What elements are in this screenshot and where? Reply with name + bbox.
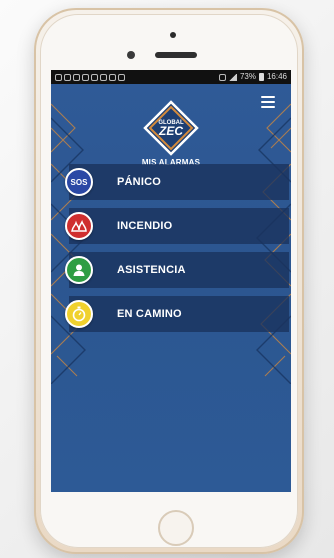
app-content: GLOBAL ZEC MIS ALARMAS SOS PÁNICO INCEND… xyxy=(51,84,291,492)
alarm-label: PÁNICO xyxy=(117,176,161,188)
app-icon xyxy=(118,73,125,81)
battery-icon xyxy=(258,73,264,81)
app-icon xyxy=(91,73,98,81)
image-icon xyxy=(64,73,71,81)
home-button[interactable] xyxy=(158,510,194,546)
alarm-label: EN CAMINO xyxy=(117,308,182,320)
notification-icons xyxy=(55,73,125,81)
global-zec-logo: GLOBAL ZEC xyxy=(143,100,199,156)
menu-bar xyxy=(261,106,275,108)
menu-bar xyxy=(261,96,275,98)
fire-glyph xyxy=(71,220,87,232)
status-right: 73% 16:46 xyxy=(218,70,287,84)
menu-button[interactable] xyxy=(261,96,275,108)
app-icon xyxy=(100,73,107,81)
phone-camera-dot xyxy=(170,32,176,38)
alarm-label: INCENDIO xyxy=(117,220,173,232)
person-glyph xyxy=(73,264,85,276)
alarm-panic-button[interactable]: SOS PÁNICO xyxy=(65,164,289,200)
stopwatch-icon xyxy=(65,300,93,328)
background: 73% 16:46 GLOBAL ZEC MIS ALARMAS SOS PÁN… xyxy=(0,0,334,558)
fire-icon xyxy=(65,212,93,240)
status-bar: 73% 16:46 xyxy=(51,70,291,84)
stopwatch-glyph xyxy=(72,306,86,322)
alarm-fire-button[interactable]: INCENDIO xyxy=(65,208,289,244)
clock: 16:46 xyxy=(266,72,287,81)
battery-percent: 73% xyxy=(239,72,256,81)
alarm-assistance-button[interactable]: ASISTENCIA xyxy=(65,252,289,288)
alarm-on-the-way-button[interactable]: EN CAMINO xyxy=(65,296,289,332)
sos-icon: SOS xyxy=(65,168,93,196)
front-camera xyxy=(127,51,135,59)
logo-text-zec: ZEC xyxy=(158,124,183,138)
image-icon xyxy=(73,73,80,81)
whatsapp-icon xyxy=(55,73,62,81)
phone-speaker xyxy=(155,52,197,58)
menu-bar xyxy=(261,101,275,103)
wifi-icon xyxy=(218,73,226,81)
gallery-icon xyxy=(82,73,89,81)
phone-screen: 73% 16:46 GLOBAL ZEC MIS ALARMAS SOS PÁN… xyxy=(51,70,291,492)
app-icon xyxy=(109,73,116,81)
person-icon xyxy=(65,256,93,284)
signal-icon xyxy=(228,73,237,81)
alarm-label: ASISTENCIA xyxy=(117,264,186,276)
sos-icon-text: SOS xyxy=(70,177,88,187)
